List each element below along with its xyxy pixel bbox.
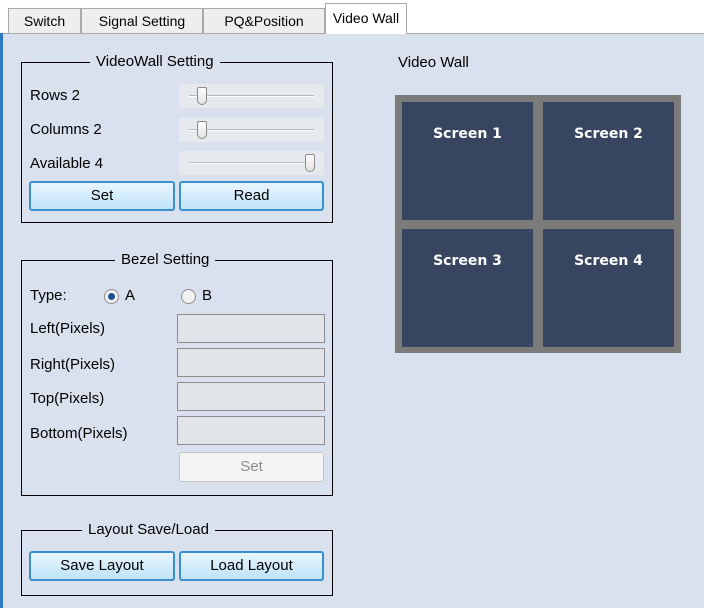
bezel-top-input[interactable] [177,382,325,411]
panel-left-edge [0,33,3,608]
available-slider-thumb[interactable] [305,154,315,172]
screen-1[interactable]: Screen 1 [402,102,533,220]
rows-slider[interactable] [179,84,324,108]
columns-slider-thumb[interactable] [197,121,207,139]
layout-save-load-title: Layout Save/Load [82,521,215,539]
columns-slider[interactable] [179,118,324,142]
videowall-read-button[interactable]: Read [179,181,324,211]
bezel-set-button[interactable]: Set [179,452,324,482]
columns-label: Columns 2 [30,121,102,138]
rows-label: Rows 2 [30,87,81,104]
videowall-set-button[interactable]: Set [29,181,175,211]
bezel-type-label: Type: [30,287,67,304]
bezel-type-b-label: B [202,287,213,304]
bezel-top-label: Top(Pixels) [30,390,105,407]
screen-3[interactable]: Screen 3 [402,229,533,347]
bezel-right-label: Right(Pixels) [30,356,116,373]
screen-2[interactable]: Screen 2 [543,102,674,220]
video-wall-title: Video Wall [398,54,469,71]
bezel-type-b-radio[interactable] [181,289,196,304]
bezel-bottom-input[interactable] [177,416,325,445]
available-label: Available 4 [30,155,104,172]
load-layout-button[interactable]: Load Layout [179,551,324,581]
tab-video-wall[interactable]: Video Wall [325,3,407,34]
bezel-type-a-radio[interactable] [104,289,119,304]
bezel-bottom-label: Bottom(Pixels) [30,425,128,442]
rows-slider-track [189,95,314,97]
tab-signal-setting[interactable]: Signal Setting [81,8,203,33]
screen-4[interactable]: Screen 4 [543,229,674,347]
bezel-left-label: Left(Pixels) [30,320,106,337]
tab-pq-position[interactable]: PQ&Position [203,8,325,33]
available-slider-track [189,162,314,164]
tab-switch[interactable]: Switch [8,8,81,33]
columns-slider-track [189,129,314,131]
available-slider[interactable] [179,151,324,175]
rows-slider-thumb[interactable] [197,87,207,105]
video-wall-preview: Screen 1 Screen 2 Screen 3 Screen 4 [395,95,681,353]
bezel-type-a-label: A [125,287,136,304]
bezel-setting-title: Bezel Setting [115,251,216,269]
bezel-left-input[interactable] [177,314,325,343]
bezel-right-input[interactable] [177,348,325,377]
save-layout-button[interactable]: Save Layout [29,551,175,581]
videowall-setting-title: VideoWall Setting [90,53,220,71]
